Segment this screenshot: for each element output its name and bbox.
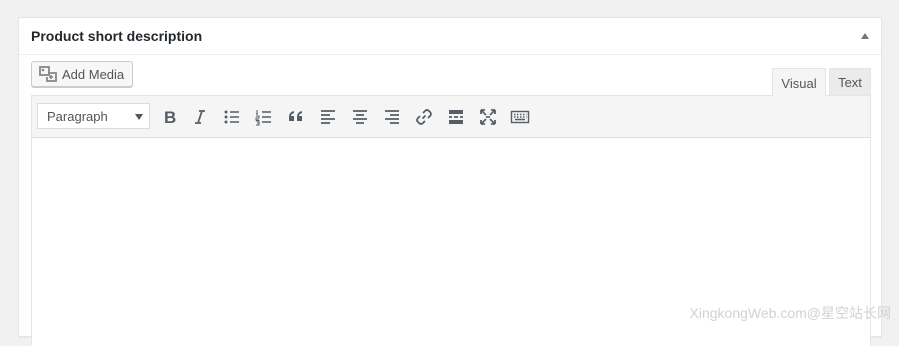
metabox-title: Product short description: [31, 28, 203, 44]
format-select-value: Paragraph: [47, 108, 108, 124]
fullscreen-button[interactable]: [475, 104, 501, 130]
keyboard-icon: [510, 110, 530, 124]
metabox-header[interactable]: Product short description: [19, 18, 881, 55]
add-media-label: Add Media: [62, 66, 125, 82]
tab-text[interactable]: Text: [829, 68, 871, 96]
insert-link-button[interactable]: [411, 104, 437, 130]
align-left-button[interactable]: [315, 104, 341, 130]
align-right-button[interactable]: [379, 104, 405, 130]
tab-visual[interactable]: Visual: [772, 68, 826, 97]
align-right-icon: [385, 110, 399, 124]
italic-button[interactable]: [187, 104, 213, 130]
watermark: XingkongWeb.com@星空站长网: [689, 305, 891, 321]
toolbar-toggle-button[interactable]: [507, 104, 533, 130]
align-center-button[interactable]: [347, 104, 373, 130]
bulleted-list-button[interactable]: [219, 104, 245, 130]
media-icon: [39, 66, 57, 82]
chevron-down-icon: [135, 114, 143, 120]
fullscreen-icon: [480, 109, 496, 125]
product-short-description-metabox: Product short description Add Media Visu…: [18, 17, 882, 346]
numbered-list-icon: [255, 110, 271, 126]
add-media-button[interactable]: Add Media: [31, 61, 134, 87]
bold-icon: B: [164, 108, 176, 127]
italic-icon: [195, 110, 205, 124]
align-center-icon: [353, 110, 367, 124]
link-icon: [416, 109, 432, 125]
format-select[interactable]: Paragraph: [37, 103, 150, 129]
insert-read-more-button[interactable]: [443, 104, 469, 130]
bulleted-list-icon: [224, 110, 239, 124]
align-left-icon: [321, 110, 335, 124]
read-more-icon: [449, 110, 463, 124]
editor-toolbar: Paragraph B: [32, 96, 870, 138]
blockquote-button[interactable]: [283, 104, 309, 130]
svg-text:B: B: [164, 108, 176, 127]
numbered-list-button[interactable]: [251, 104, 277, 130]
blockquote-icon: [289, 111, 302, 121]
bold-button[interactable]: B: [156, 104, 182, 130]
collapse-toggle-icon[interactable]: [861, 33, 869, 39]
